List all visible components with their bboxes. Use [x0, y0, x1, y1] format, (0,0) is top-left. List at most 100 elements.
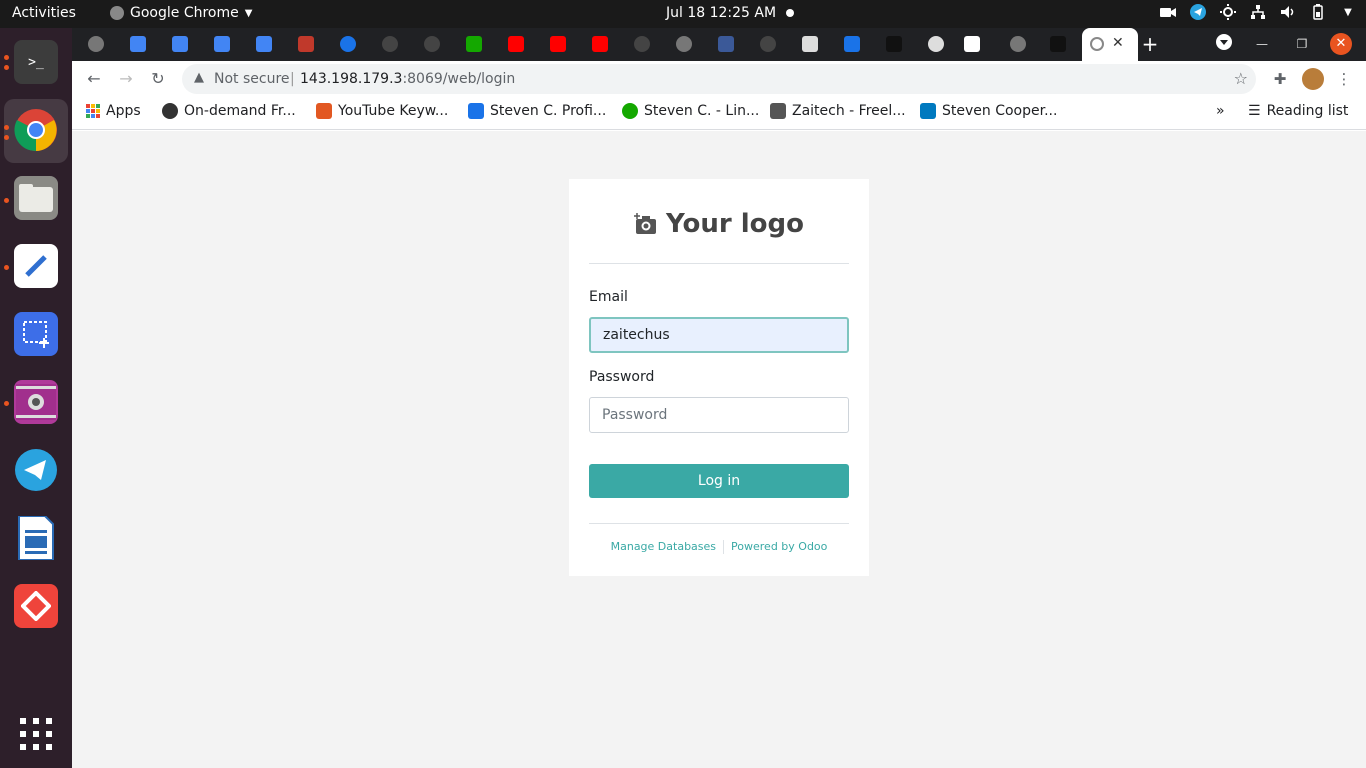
tab-globe-icon[interactable]	[676, 36, 692, 52]
tab-site-icon[interactable]	[718, 36, 734, 52]
tab-github-icon[interactable]	[634, 36, 650, 52]
company-logo: Your logo	[629, 201, 809, 247]
dock-text-editor-icon[interactable]	[14, 244, 58, 288]
tab-feather-icon[interactable]	[298, 36, 314, 52]
tab-docs-icon[interactable]	[130, 36, 146, 52]
bookmark-label: Steven Cooper...	[942, 103, 1058, 119]
password-field[interactable]	[589, 397, 849, 433]
tab-github-icon[interactable]	[760, 36, 776, 52]
apps-grid-icon	[86, 104, 100, 118]
login-card: Your logo Email Password Log in Manage D…	[569, 179, 869, 576]
tab-docs-icon[interactable]	[256, 36, 272, 52]
password-label: Password	[589, 369, 655, 385]
battery-icon[interactable]	[1310, 4, 1326, 20]
back-icon[interactable]: ←	[84, 69, 104, 89]
footer-links: Manage Databases Powered by Odoo	[589, 540, 849, 554]
tab-search-icon[interactable]	[1214, 34, 1234, 54]
bookmark-apps[interactable]: Apps	[86, 103, 141, 119]
clock[interactable]: Jul 18 12:25 AM	[666, 5, 776, 21]
dock-anydesk-icon[interactable]	[14, 584, 58, 628]
dock-writer-icon[interactable]	[14, 516, 58, 560]
tab-hexagon-icon[interactable]	[886, 36, 902, 52]
more-bookmarks-icon[interactable]: »	[1216, 103, 1225, 119]
tab-youtube-icon[interactable]	[508, 36, 524, 52]
running-indicator	[4, 125, 9, 130]
tab-docs-icon[interactable]	[172, 36, 188, 52]
tab-youtube-icon[interactable]	[550, 36, 566, 52]
tab-github-icon[interactable]	[382, 36, 398, 52]
bookmark-item[interactable]: Zaitech - Freel...	[770, 103, 906, 119]
maximize-icon[interactable]: ❐	[1292, 34, 1312, 54]
extensions-icon[interactable]: ✚	[1270, 69, 1290, 89]
dock-chrome-icon[interactable]	[14, 108, 58, 152]
minimize-icon[interactable]: —	[1252, 34, 1272, 54]
notification-dot	[786, 9, 794, 17]
globe-icon	[162, 103, 178, 119]
url-separator: |	[290, 71, 295, 87]
email-field[interactable]	[589, 317, 849, 353]
dock-terminal-icon[interactable]: >_	[14, 40, 58, 84]
bookmark-item[interactable]: Steven Cooper...	[920, 103, 1057, 119]
brightness-icon[interactable]	[1220, 4, 1236, 20]
bookmark-item[interactable]: Steven C. Profi...	[468, 103, 606, 119]
dock-telegram-icon[interactable]	[14, 448, 58, 492]
bookmark-item[interactable]: On-demand Fr...	[162, 103, 296, 119]
volume-icon[interactable]	[1280, 4, 1296, 20]
logo-text: Your logo	[666, 209, 804, 239]
freelancer-icon	[770, 103, 786, 119]
reload-icon[interactable]: ↻	[148, 69, 168, 89]
system-tray[interactable]: ▼	[1160, 4, 1356, 20]
tab-globe-icon[interactable]	[88, 36, 104, 52]
network-icon[interactable]	[1250, 4, 1266, 20]
close-window-icon[interactable]: ✕	[1330, 33, 1352, 55]
tab-site-icon[interactable]	[466, 36, 482, 52]
profile-avatar[interactable]	[1302, 68, 1324, 90]
warning-icon: ▲	[194, 70, 204, 85]
activities-button[interactable]: Activities	[12, 5, 76, 21]
dock-video-icon[interactable]	[14, 380, 58, 424]
forward-icon[interactable]: →	[116, 69, 136, 89]
bookmark-label: Steven C. - Lin...	[644, 103, 760, 119]
tab-globe-icon[interactable]	[1010, 36, 1026, 52]
reading-list[interactable]: ☰ Reading list	[1248, 103, 1348, 119]
app-menu[interactable]: Google Chrome ▼	[110, 5, 252, 21]
tab-site-icon[interactable]	[340, 36, 356, 52]
tab-hexagon-icon[interactable]	[1050, 36, 1066, 52]
bookmark-star-icon[interactable]: ☆	[1234, 69, 1248, 88]
reading-list-icon: ☰	[1248, 103, 1261, 119]
camera-icon[interactable]	[1160, 4, 1176, 20]
address-bar[interactable]: ▲ Not secure | 143.198.179.3:8069/web/lo…	[182, 64, 1256, 94]
tab-youtube-icon[interactable]	[592, 36, 608, 52]
bookmark-item[interactable]: Steven C. - Lin...	[622, 103, 759, 119]
tab-r-icon[interactable]	[964, 36, 980, 52]
bookmark-label: YouTube Keyw...	[338, 103, 449, 119]
dock-screenshot-icon[interactable]	[14, 312, 58, 356]
caret-down-icon: ▼	[244, 7, 253, 19]
browser-toolbar: ← → ↻ ▲ Not secure | 143.198.179.3:8069/…	[72, 61, 1366, 97]
bookmark-item[interactable]: YouTube Keyw...	[316, 103, 448, 119]
tab-close-icon[interactable]: ✕	[1112, 35, 1124, 51]
security-status[interactable]: Not secure	[214, 71, 290, 87]
telegram-icon[interactable]	[1190, 4, 1206, 20]
tab-strip: ✕ + — ❐ ✕	[72, 28, 1366, 61]
tab-site-icon[interactable]	[802, 36, 818, 52]
url-text[interactable]: 143.198.179.3:8069/web/login	[300, 71, 515, 87]
system-menu-caret-icon[interactable]: ▼	[1340, 4, 1356, 20]
running-indicator	[4, 401, 9, 406]
active-tab[interactable]: ✕	[1082, 28, 1138, 61]
tab-docs-icon[interactable]	[214, 36, 230, 52]
new-tab-icon[interactable]: +	[1138, 32, 1162, 56]
show-applications-icon[interactable]	[14, 712, 58, 756]
tab-amazon-icon[interactable]	[844, 36, 860, 52]
dock-files-icon[interactable]	[14, 176, 58, 220]
running-indicator	[4, 55, 9, 60]
tab-wordpress-icon[interactable]	[928, 36, 944, 52]
page-content: Your logo Email Password Log in Manage D…	[72, 131, 1366, 768]
dock: >_	[0, 28, 72, 768]
more-menu-icon[interactable]: ⋮	[1334, 69, 1354, 89]
login-button[interactable]: Log in	[589, 464, 849, 498]
bookmarks-bar: Apps On-demand Fr... YouTube Keyw... Ste…	[72, 97, 1366, 130]
manage-databases-link[interactable]: Manage Databases	[604, 540, 723, 554]
powered-by-odoo-link[interactable]: Powered by Odoo	[724, 540, 834, 554]
tab-github-icon[interactable]	[424, 36, 440, 52]
